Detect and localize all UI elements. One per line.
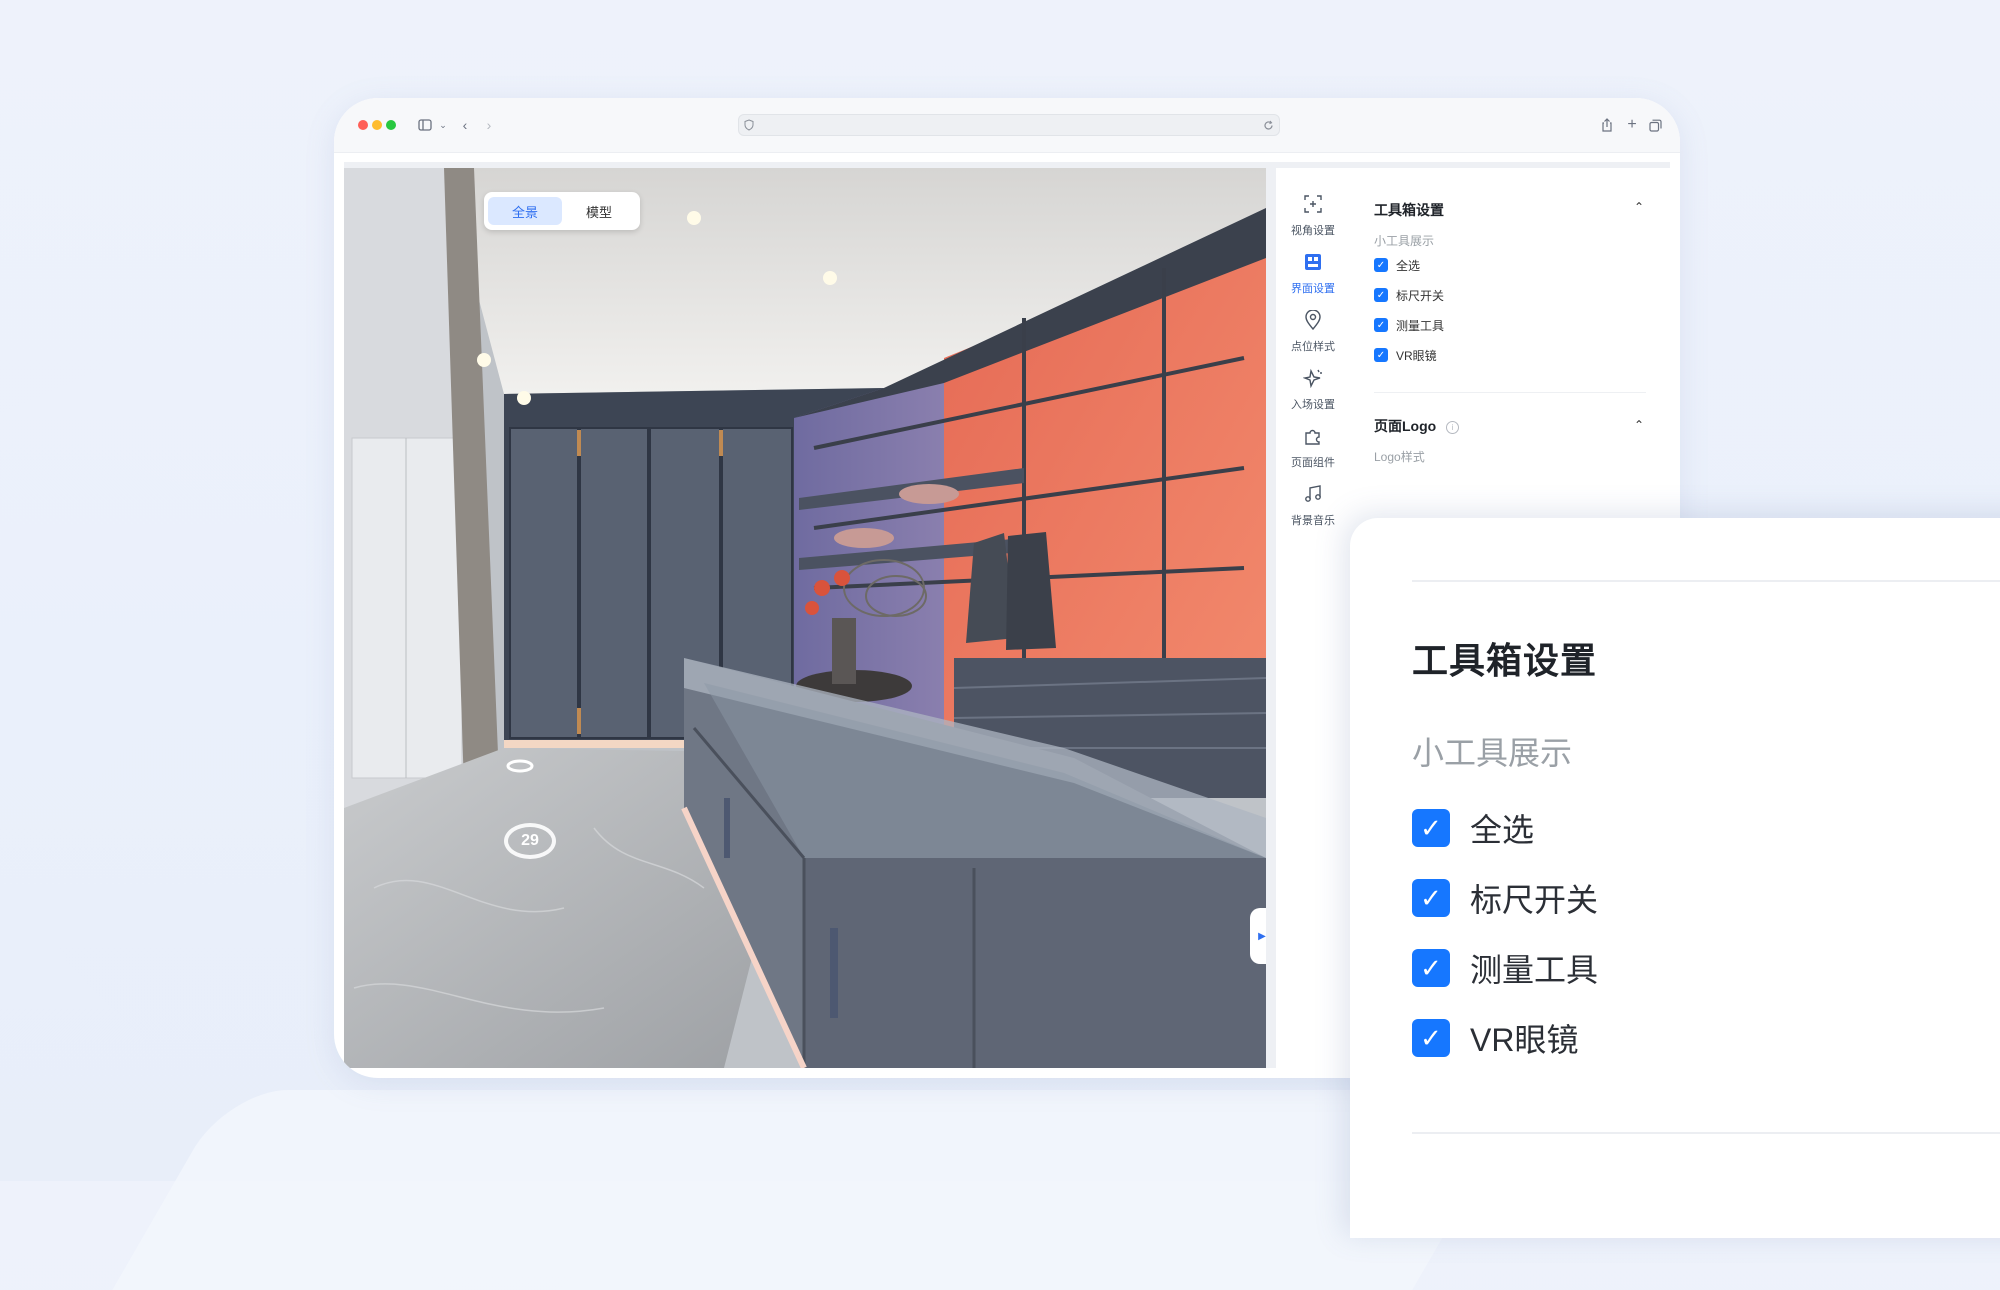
section-divider bbox=[1374, 392, 1646, 393]
toolbox-subtitle: 小工具展示 bbox=[1374, 234, 1435, 248]
nav-item-point-style[interactable]: 点位样式 bbox=[1276, 308, 1350, 372]
nav-item-components[interactable]: 页面组件 bbox=[1276, 424, 1350, 488]
model-mode-button[interactable]: 模型 bbox=[562, 197, 636, 225]
checkbox-checked-icon: ✓ bbox=[1374, 318, 1388, 332]
section-divider bbox=[1412, 1132, 2000, 1134]
chevron-up-icon[interactable]: ⌃ bbox=[1634, 200, 1644, 214]
location-pin-icon bbox=[1301, 308, 1325, 332]
nav-item-view-angle[interactable]: 视角设置 bbox=[1276, 192, 1350, 256]
caret-right-icon: ▶ bbox=[1258, 930, 1266, 942]
checkbox-measure[interactable]: ✓ 测量工具 bbox=[1374, 316, 1444, 334]
back-icon[interactable]: ‹ bbox=[452, 112, 478, 138]
nav-label: 背景音乐 bbox=[1291, 515, 1335, 527]
view-mode-toggle: 全景 模型 bbox=[484, 192, 640, 230]
address-bar[interactable] bbox=[738, 114, 1280, 136]
hotspot-marker[interactable]: 29 bbox=[504, 823, 556, 859]
checkbox-checked-icon: ✓ bbox=[1412, 949, 1450, 987]
nav-item-interface[interactable]: 界面设置 bbox=[1276, 250, 1350, 314]
zoom-checkbox-select-all[interactable]: ✓ 全选 bbox=[1412, 808, 1534, 848]
toolbox-section-title: 工具箱设置 bbox=[1374, 202, 1444, 218]
checkbox-checked-icon: ✓ bbox=[1374, 288, 1388, 302]
view-angle-icon bbox=[1301, 192, 1325, 216]
checkbox-label: VR眼镜 bbox=[1396, 348, 1437, 363]
close-window-button[interactable] bbox=[358, 120, 368, 130]
maximize-window-button[interactable] bbox=[386, 120, 396, 130]
nav-item-music[interactable]: 背景音乐 bbox=[1276, 482, 1350, 546]
panorama-viewport[interactable]: 全景 模型 29 ▶ bbox=[344, 168, 1266, 1068]
nav-label: 点位样式 bbox=[1291, 341, 1335, 353]
zoom-checkbox-measure[interactable]: ✓ 测量工具 bbox=[1412, 948, 1598, 988]
hotspot-number: 29 bbox=[521, 832, 539, 849]
info-icon[interactable]: i bbox=[1446, 420, 1460, 434]
tabs-icon[interactable] bbox=[1642, 112, 1668, 138]
zoom-toolbox-subtitle: 小工具展示 bbox=[1412, 735, 1573, 771]
nav-label: 视角设置 bbox=[1291, 225, 1335, 237]
panorama-image bbox=[344, 168, 1266, 1068]
checkbox-label: 标尺开关 bbox=[1470, 882, 1599, 918]
nav-label: 界面设置 bbox=[1291, 283, 1335, 295]
checkbox-label: 全选 bbox=[1470, 812, 1535, 848]
music-icon bbox=[1301, 482, 1325, 506]
zoom-checkbox-ruler[interactable]: ✓ 标尺开关 bbox=[1412, 878, 1598, 918]
checkbox-checked-icon: ✓ bbox=[1374, 348, 1388, 362]
checkbox-vr[interactable]: ✓ VR眼镜 bbox=[1374, 346, 1437, 364]
checkbox-select-all[interactable]: ✓ 全选 bbox=[1374, 256, 1420, 274]
checkbox-checked-icon: ✓ bbox=[1412, 879, 1450, 917]
zoom-checkbox-vr[interactable]: ✓ VR眼镜 bbox=[1412, 1018, 1578, 1058]
settings-sidenav: 视角设置 界面设置 点位样式 入场设置 页面组件 背景音乐 bbox=[1276, 168, 1351, 1068]
nav-label: 页面组件 bbox=[1291, 457, 1335, 469]
checkbox-checked-icon: ✓ bbox=[1412, 1019, 1450, 1057]
entry-icon bbox=[1301, 366, 1325, 390]
checkbox-label: 测量工具 bbox=[1470, 952, 1599, 988]
logo-section-title: 页面Logo i bbox=[1374, 416, 1460, 436]
background-shape bbox=[112, 1090, 1528, 1290]
minimize-window-button[interactable] bbox=[372, 120, 382, 130]
checkbox-checked-icon: ✓ bbox=[1374, 258, 1388, 272]
panorama-mode-button[interactable]: 全景 bbox=[488, 197, 562, 225]
checkbox-label: 标尺开关 bbox=[1396, 288, 1445, 303]
section-divider bbox=[1412, 580, 2000, 582]
zoom-callout: 工具箱设置 小工具展示 ✓ 全选 ✓ 标尺开关 ✓ 测量工具 ✓ VR眼镜 bbox=[1350, 518, 2000, 1238]
share-icon[interactable] bbox=[1594, 112, 1620, 138]
checkbox-label: 测量工具 bbox=[1396, 318, 1445, 333]
interface-icon bbox=[1301, 250, 1325, 274]
forward-icon[interactable]: › bbox=[476, 112, 502, 138]
checkbox-label: VR眼镜 bbox=[1470, 1022, 1579, 1058]
shield-icon bbox=[744, 118, 754, 136]
logo-style-subtitle: Logo样式 bbox=[1374, 450, 1425, 464]
reload-icon[interactable] bbox=[1263, 118, 1274, 136]
nav-item-entry[interactable]: 入场设置 bbox=[1276, 366, 1350, 430]
puzzle-icon bbox=[1301, 424, 1325, 448]
nav-label: 入场设置 bbox=[1291, 399, 1335, 411]
checkbox-ruler[interactable]: ✓ 标尺开关 bbox=[1374, 286, 1444, 304]
browser-titlebar: ⌄ ‹ › + bbox=[334, 98, 1680, 153]
checkbox-checked-icon: ✓ bbox=[1412, 809, 1450, 847]
zoom-toolbox-title: 工具箱设置 bbox=[1412, 640, 1598, 681]
collapse-panel-button[interactable]: ▶ bbox=[1250, 908, 1266, 964]
chevron-up-icon[interactable]: ⌃ bbox=[1634, 418, 1644, 432]
checkbox-label: 全选 bbox=[1396, 258, 1421, 273]
